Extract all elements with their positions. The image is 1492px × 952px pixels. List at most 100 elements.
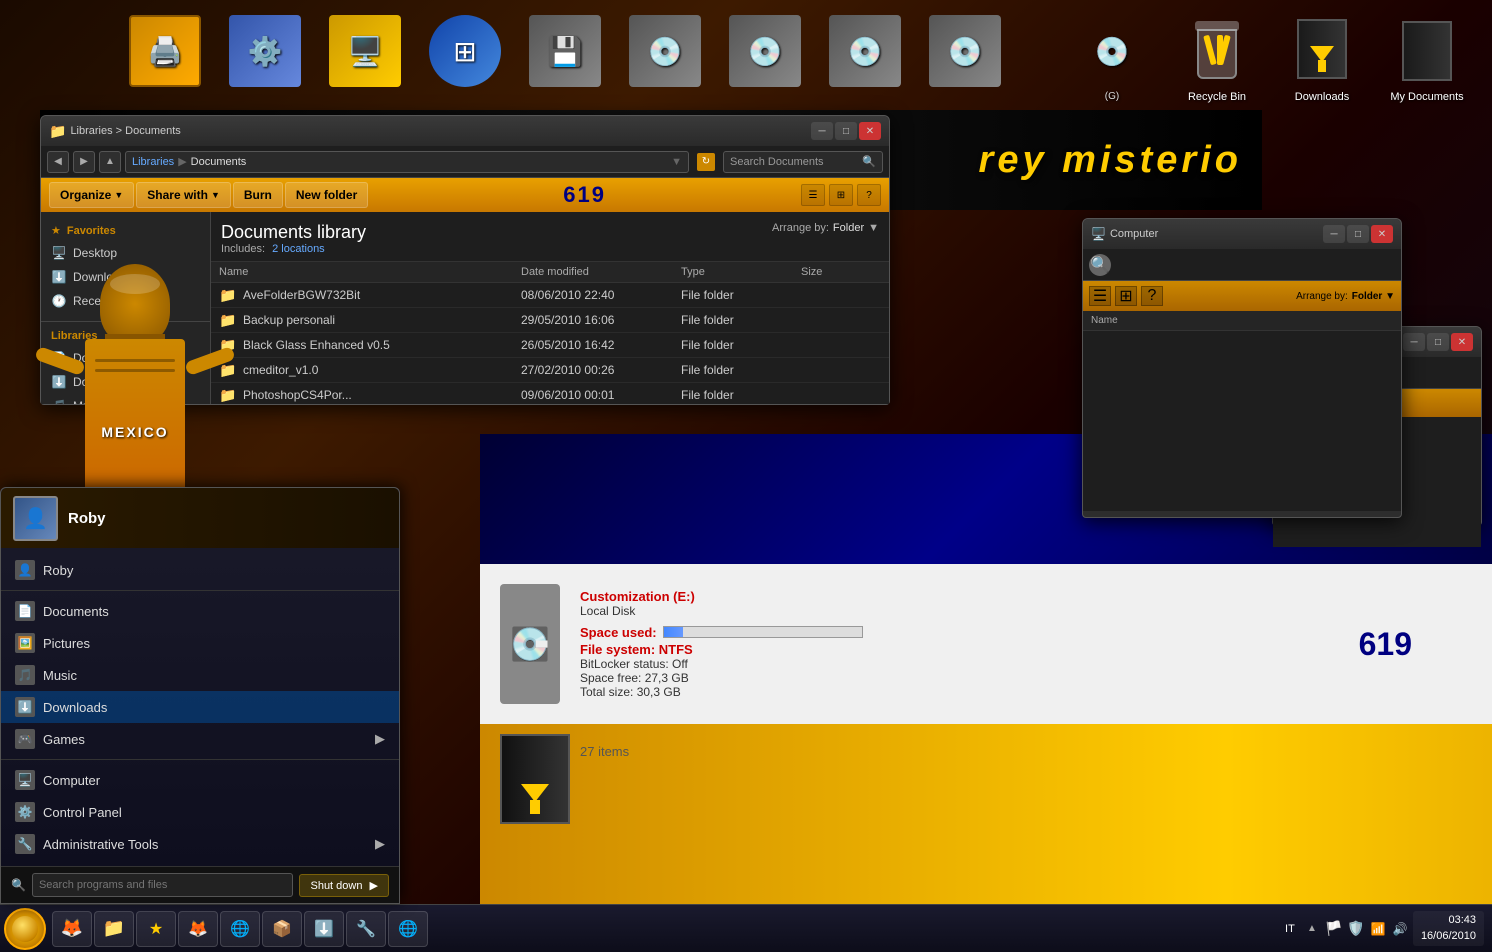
start-button[interactable] — [4, 908, 46, 950]
desktop-icon-recycle-bin[interactable]: Recycle Bin — [1172, 15, 1262, 103]
col-date[interactable]: Date modified — [521, 266, 681, 278]
rey-misterio-text: rey misterio — [979, 139, 1242, 182]
start-menu-header: 👤 Roby — [1, 488, 399, 548]
start-item-control-panel[interactable]: ⚙️ Control Panel — [1, 796, 399, 828]
taskbar-btn-8[interactable]: 🔧 — [346, 911, 386, 947]
address-path[interactable]: Libraries ▶ Documents ▼ — [125, 151, 689, 173]
win2-close[interactable]: ✕ — [1371, 225, 1393, 243]
start-item-documents[interactable]: 📄 Documents — [1, 595, 399, 627]
user-avatar: 👤 — [13, 496, 58, 541]
taskbar-btn-7[interactable]: ⬇️ — [304, 911, 344, 947]
win2-view-btn[interactable]: ☰ — [1089, 286, 1111, 306]
file-date: 26/05/2010 16:42 — [521, 338, 681, 352]
drive-type: Local Disk — [580, 604, 1339, 618]
col-type[interactable]: Type — [681, 266, 801, 278]
start-item-downloads[interactable]: ⬇️ Downloads — [1, 691, 399, 723]
desktop-icon-1[interactable]: 🖨️ — [120, 15, 210, 91]
win3-close[interactable]: ✕ — [1451, 333, 1473, 351]
desktop-icon-8[interactable]: 💿 — [820, 15, 910, 91]
619-panel-text: 619 — [1359, 626, 1412, 663]
taskbar-clock[interactable]: 03:43 16/06/2010 — [1413, 911, 1484, 946]
desktop-icon-3[interactable]: 🖥️ — [320, 15, 410, 91]
desktop-icon-drive-g[interactable]: 💿 (G) — [1067, 15, 1157, 103]
search-placeholder: Search Documents — [730, 156, 824, 168]
start-item-music[interactable]: 🎵 Music — [1, 659, 399, 691]
refresh-button[interactable]: ↻ — [697, 153, 715, 171]
table-row[interactable]: 📁 PhotoshopCS4Por... 09/06/2010 00:01 Fi… — [211, 383, 889, 404]
taskbar-btn-2[interactable]: 📁 — [94, 911, 134, 947]
desktop-icon-downloads[interactable]: Downloads — [1277, 15, 1367, 103]
file-type: File folder — [681, 288, 801, 302]
win2-maximize[interactable]: □ — [1347, 225, 1369, 243]
recycle-bin-label: Recycle Bin — [1188, 91, 1246, 103]
start-item-pictures[interactable]: 🖼️ Pictures — [1, 627, 399, 659]
total-size: Total size: 30,3 GB — [580, 685, 1339, 699]
file-date: 08/06/2010 22:40 — [521, 288, 681, 302]
computer-window-2: 🖥️ Computer ─ □ ✕ 🔍 ☰ ⊞ ? Arrange by: Fo… — [1082, 218, 1402, 518]
start-menu-footer: 🔍 Shut down ▶ — [1, 866, 399, 903]
table-row[interactable]: 📁 cmeditor_v1.0 27/02/2010 00:26 File fo… — [211, 358, 889, 383]
up-button[interactable]: ▲ — [99, 151, 121, 173]
start-item-admin-tools[interactable]: 🔧 Administrative Tools ▶ — [1, 828, 399, 860]
taskbar-btn-5[interactable]: 🌐 — [220, 911, 260, 947]
start-item-roby[interactable]: 👤 Roby — [1, 554, 399, 586]
win2-minimize[interactable]: ─ — [1323, 225, 1345, 243]
desktop-icon-6[interactable]: 💿 — [620, 15, 710, 91]
taskbar-btn-3[interactable]: ★ — [136, 911, 176, 947]
disk-progress — [663, 626, 863, 638]
win2-search[interactable]: 🔍 — [1089, 254, 1111, 276]
minimize-button[interactable]: ─ — [811, 122, 833, 140]
col-size[interactable]: Size — [801, 266, 881, 278]
drive-label: Customization (E:) — [580, 589, 1339, 604]
win2-content: Name — [1083, 311, 1401, 511]
desktop-icon-4[interactable]: ⊞ — [420, 15, 510, 91]
win3-minimize[interactable]: ─ — [1403, 333, 1425, 351]
taskbar-btn-6[interactable]: 📦 — [262, 911, 302, 947]
back-button[interactable]: ◀ — [47, 151, 69, 173]
desktop-icon-my-documents[interactable]: My Documents — [1382, 15, 1472, 103]
tray-icon-volume[interactable]: 🔊 — [1391, 920, 1409, 938]
addr-buttons: ↻ — [697, 153, 715, 171]
locations-link[interactable]: 2 locations — [272, 243, 325, 255]
start-item-computer[interactable]: 🖥️ Computer — [1, 764, 399, 796]
table-row[interactable]: 📁 Black Glass Enhanced v0.5 26/05/2010 1… — [211, 333, 889, 358]
taskbar-btn-9[interactable]: 🌐 — [388, 911, 428, 947]
help-button[interactable]: ? — [857, 184, 881, 206]
new-folder-button[interactable]: New folder — [285, 182, 368, 208]
arrange-by[interactable]: Arrange by: Folder ▼ — [772, 222, 879, 234]
desktop-icon-5[interactable]: 💾 — [520, 15, 610, 91]
desktop-icon-9[interactable]: 💿 — [920, 15, 1010, 91]
shutdown-button[interactable]: Shut down ▶ — [299, 874, 389, 897]
booyaka-banner: 27 items booyaka! — [480, 724, 1492, 904]
win2-help-btn[interactable]: ? — [1141, 286, 1163, 306]
games-arrow: ▶ — [375, 731, 385, 747]
address-bar: ◀ ▶ ▲ Libraries ▶ Documents ▼ ↻ Search D… — [41, 146, 889, 178]
view-panel-button[interactable]: ⊞ — [829, 184, 853, 206]
search-box[interactable]: Search Documents 🔍 — [723, 151, 883, 173]
table-row[interactable]: 📁 Backup personali 29/05/2010 16:06 File… — [211, 308, 889, 333]
filesystem-label: File system: NTFS — [580, 642, 1339, 657]
win3-maximize[interactable]: □ — [1427, 333, 1449, 351]
tray-icon-arrow[interactable]: ▲ — [1303, 920, 1321, 938]
table-row[interactable]: 📁 AveFolderBGW732Bit 08/06/2010 22:40 Fi… — [211, 283, 889, 308]
win2-view-btn2[interactable]: ⊞ — [1115, 286, 1137, 306]
view-list-button[interactable]: ☰ — [801, 184, 825, 206]
taskbar-btn-1[interactable]: 🦊 — [52, 911, 92, 947]
file-name: Backup personali — [243, 313, 521, 327]
tray-icon-network: 📶 — [1369, 920, 1387, 938]
start-username: Roby — [68, 510, 106, 527]
desktop-icon-7[interactable]: 💿 — [720, 15, 810, 91]
file-type: File folder — [681, 338, 801, 352]
desktop-icon-2[interactable]: ⚙️ — [220, 15, 310, 91]
maximize-button[interactable]: □ — [835, 122, 857, 140]
my-documents-label: My Documents — [1390, 91, 1463, 103]
file-date: 29/05/2010 16:06 — [521, 313, 681, 327]
start-item-games[interactable]: 🎮 Games ▶ — [1, 723, 399, 755]
start-search-input[interactable] — [32, 873, 294, 897]
forward-button[interactable]: ▶ — [73, 151, 95, 173]
file-type: File folder — [681, 388, 801, 402]
close-button[interactable]: ✕ — [859, 122, 881, 140]
taskbar-tray: IT ▲ 🏳️ 🛡️ 📶 🔊 03:43 16/06/2010 — [1281, 905, 1492, 952]
titlebar: 📁 Libraries > Documents ─ □ ✕ — [41, 116, 889, 146]
taskbar-btn-4[interactable]: 🦊 — [178, 911, 218, 947]
